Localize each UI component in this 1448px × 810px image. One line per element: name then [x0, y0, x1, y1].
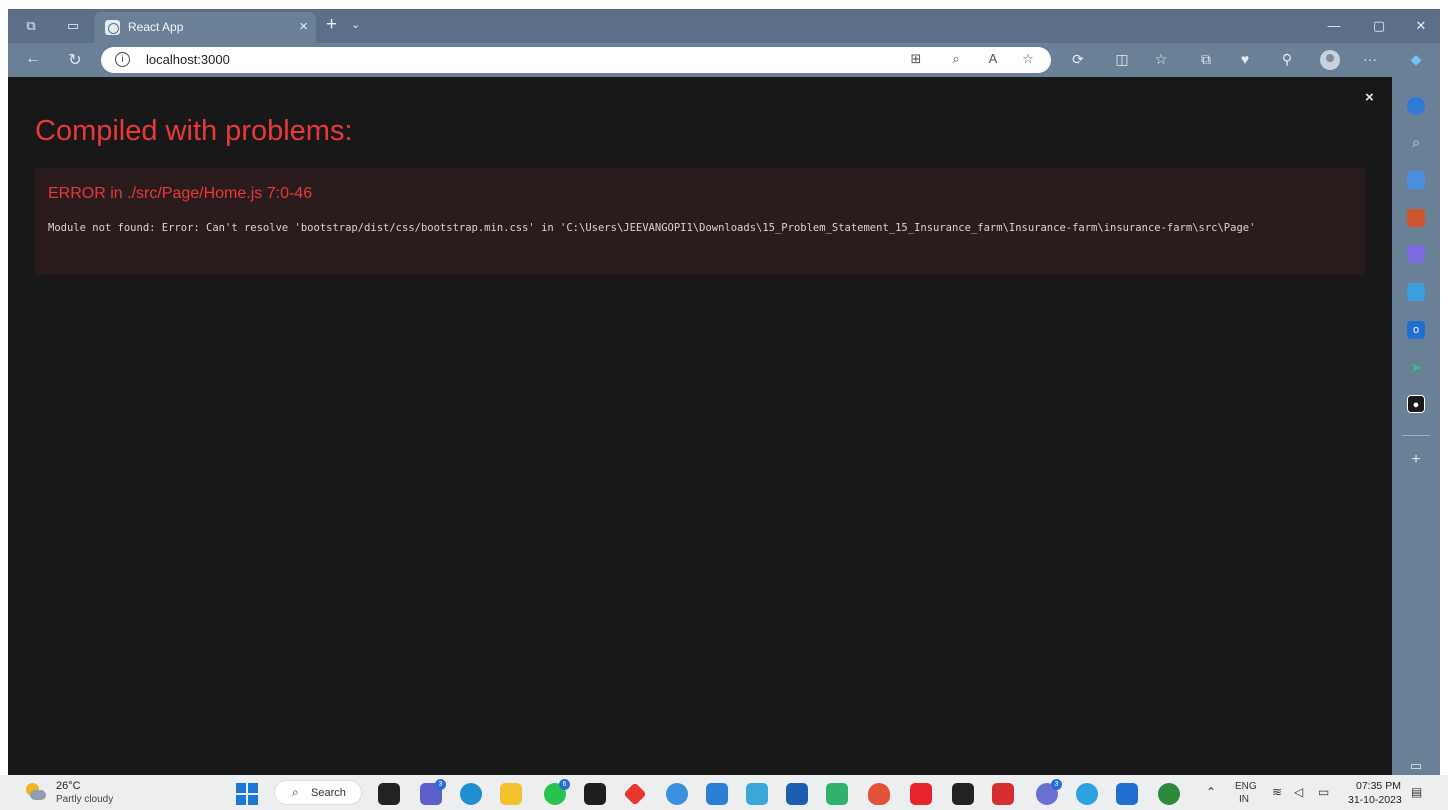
clock-date[interactable]: 31-10-2023 [1348, 794, 1402, 806]
extensions-icon[interactable]: ⟳ [1068, 51, 1088, 68]
terminal-icon[interactable] [826, 783, 848, 805]
new-tab-button[interactable]: + [326, 14, 337, 36]
favorite-star-icon[interactable]: ☆ [1019, 51, 1037, 67]
copilot-sidebar-icon[interactable] [1407, 97, 1425, 115]
site-info-icon[interactable]: i [115, 52, 130, 67]
back-button[interactable]: ← [22, 50, 44, 68]
windows-taskbar: 26°C Partly cloudy ⌕ Search 3 6 3 ⌃ ENG … [0, 775, 1448, 810]
browser-toolbar: ← ↻ i localhost:3000 ⊞ ⌕ A ☆ ⟳ ◫ ☆ ⧉ ♥ ⚲… [8, 43, 1440, 77]
microsoft-store-icon[interactable] [786, 783, 808, 805]
split-screen-icon[interactable]: ◫ [1112, 51, 1132, 68]
app-store-icon[interactable] [746, 783, 768, 805]
weather-condition[interactable]: Partly cloudy [56, 794, 113, 805]
telegram-icon[interactable] [1076, 783, 1098, 805]
send-icon[interactable]: ➤ [1407, 359, 1425, 377]
games-icon[interactable] [1407, 245, 1425, 263]
taskbar-search-button[interactable]: ⌕ Search [274, 780, 362, 805]
clock-time[interactable]: 07:35 PM [1356, 780, 1401, 792]
close-window-button[interactable]: ✕ [1411, 18, 1431, 34]
collections-icon[interactable]: ⧉ [1196, 51, 1216, 68]
shopping-tag-icon[interactable] [1407, 171, 1425, 189]
teams-icon[interactable]: 3 [420, 779, 446, 805]
figma-icon[interactable] [584, 783, 606, 805]
minimize-button[interactable]: — [1324, 18, 1344, 33]
windows-start-icon[interactable] [236, 783, 258, 805]
sidebar-toggle-icon[interactable]: ▭ [1407, 757, 1425, 775]
wifi-icon[interactable]: ≋ [1272, 785, 1282, 799]
tab-dropdown-icon[interactable]: ⌄ [351, 18, 360, 31]
python-icon[interactable] [666, 783, 688, 805]
tools-icon[interactable] [1407, 209, 1425, 227]
language-indicator[interactable]: ENG [1235, 781, 1257, 792]
browser-window: ⧉ ▭ React App × + ⌄ — ▢ ✕ ← ↻ i localhos… [8, 9, 1440, 775]
overlay-close-button[interactable]: × [1365, 89, 1374, 106]
tab-actions-icon[interactable]: ▭ [64, 17, 82, 35]
file-explorer-icon[interactable] [500, 783, 522, 805]
error-heading: Compiled with problems: [35, 115, 353, 147]
volume-icon[interactable]: ◁ [1294, 785, 1303, 799]
read-aloud-icon[interactable]: A [984, 51, 1002, 66]
brave-icon[interactable] [868, 783, 890, 805]
search-label: Search [311, 787, 346, 799]
whatsapp-icon[interactable]: 6 [544, 779, 570, 805]
media-player-icon[interactable] [992, 783, 1014, 805]
workspaces-icon[interactable]: ⧉ [22, 17, 40, 35]
vscode-icon[interactable] [706, 783, 728, 805]
error-panel: ERROR in ./src/Page/Home.js 7:0-46 Modul… [35, 168, 1365, 275]
sidebar-divider [1402, 435, 1430, 436]
task-view-icon[interactable] [378, 783, 400, 805]
profile-icon[interactable] [1320, 50, 1340, 70]
tab-title: React App [128, 20, 184, 34]
weather-icon[interactable] [26, 783, 46, 803]
favorites-icon[interactable]: ☆ [1151, 51, 1171, 68]
add-icon[interactable]: + [1407, 451, 1425, 469]
search-icon[interactable]: ⌕ [1407, 133, 1425, 151]
grid-icon[interactable]: ⊞ [907, 51, 925, 67]
teams-work-icon[interactable]: 3 [1036, 779, 1062, 805]
tab-close-icon[interactable]: × [299, 18, 308, 35]
tab-strip: ⧉ ▭ React App × + ⌄ — ▢ ✕ [8, 9, 1440, 43]
battery-icon[interactable]: ▭ [1318, 785, 1329, 799]
share-icon[interactable]: ⚲ [1277, 51, 1297, 68]
notifications-icon[interactable]: ▤ [1411, 785, 1422, 799]
github-icon[interactable]: ● [1407, 395, 1425, 413]
tab-react-app[interactable]: React App × [94, 12, 316, 43]
microsoft-365-icon[interactable] [1407, 283, 1425, 301]
error-message: Module not found: Error: Can't resolve '… [48, 222, 1256, 234]
outlook-icon[interactable]: o [1407, 321, 1425, 339]
address-bar[interactable]: i localhost:3000 ⊞ ⌕ A ☆ [101, 47, 1051, 73]
search-icon: ⌕ [292, 785, 299, 799]
weather-temperature[interactable]: 26°C [56, 780, 81, 792]
refresh-button[interactable]: ↻ [64, 50, 86, 70]
copilot-icon[interactable]: ◆ [1406, 51, 1426, 68]
git-icon[interactable] [623, 782, 647, 806]
language-region[interactable]: IN [1239, 794, 1249, 805]
edge-sidebar: ⌕ o ➤ ● + ▭ [1392, 77, 1440, 775]
chrome-icon[interactable] [1158, 783, 1180, 805]
tray-overflow-icon[interactable]: ⌃ [1206, 785, 1216, 799]
maximize-button[interactable]: ▢ [1369, 18, 1389, 34]
more-icon[interactable]: ··· [1360, 51, 1380, 67]
url-text[interactable]: localhost:3000 [146, 52, 230, 67]
page-viewport: × Compiled with problems: ERROR in ./src… [8, 77, 1392, 775]
sticky-notes-icon[interactable] [952, 783, 974, 805]
react-favicon-icon [105, 20, 120, 35]
browser-essentials-icon[interactable]: ♥ [1235, 51, 1255, 67]
error-title: ERROR in ./src/Page/Home.js 7:0-46 [48, 185, 313, 202]
calendar-icon[interactable] [1116, 783, 1138, 805]
youtube-icon[interactable] [910, 783, 932, 805]
zoom-icon[interactable]: ⌕ [947, 51, 965, 67]
edge-icon[interactable] [460, 783, 482, 805]
